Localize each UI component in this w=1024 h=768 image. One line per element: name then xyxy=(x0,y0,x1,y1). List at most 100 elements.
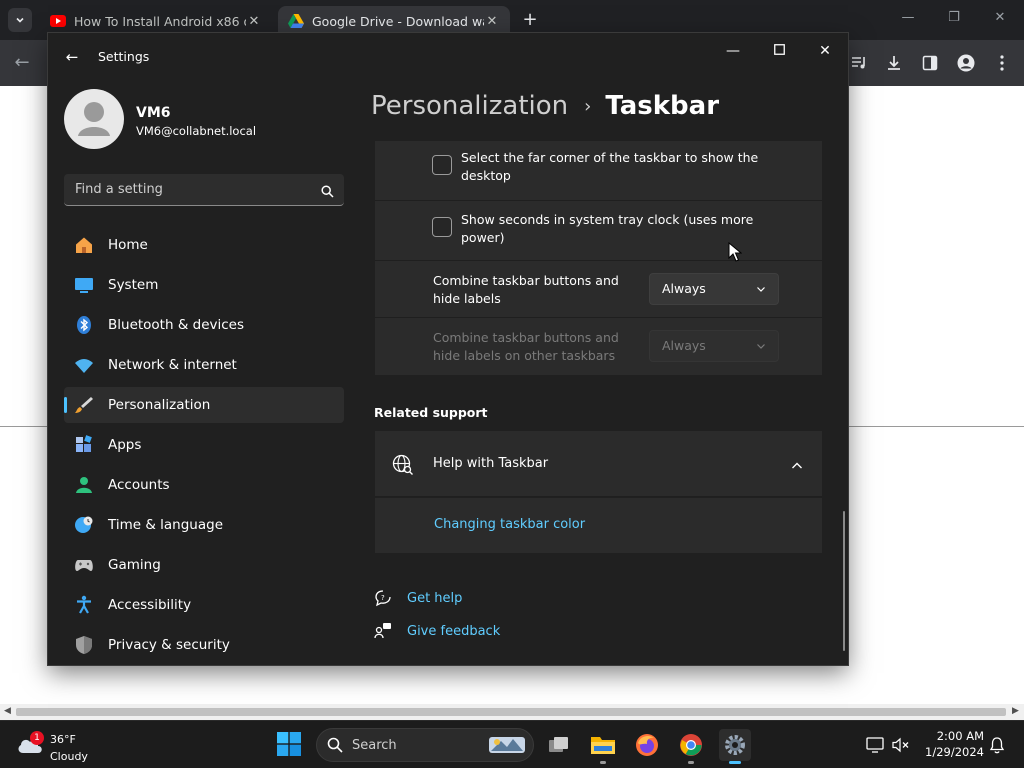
wifi-icon xyxy=(74,355,94,375)
sidebar-item-gaming[interactable]: Gaming xyxy=(64,547,344,583)
start-button[interactable] xyxy=(277,732,303,758)
get-help-link[interactable]: ? Get help xyxy=(374,589,462,607)
help-with-taskbar-header[interactable]: Help with Taskbar xyxy=(375,431,822,497)
related-support-heading: Related support xyxy=(374,405,488,420)
firefox-button[interactable] xyxy=(631,729,663,761)
tab-title: How To Install Android x86 on I xyxy=(74,13,246,29)
google-drive-icon xyxy=(288,13,304,29)
sidebar-item-apps[interactable]: Apps xyxy=(64,427,344,463)
apps-icon xyxy=(74,435,94,455)
search-input[interactable] xyxy=(64,174,314,205)
profile-icon[interactable] xyxy=(955,52,977,74)
combine-buttons-row: Combine taskbar buttons and hide labels … xyxy=(375,261,822,318)
sidebar-item-personalization[interactable]: Personalization xyxy=(64,387,344,423)
sidebar-item-bluetooth[interactable]: Bluetooth & devices xyxy=(64,307,344,343)
chevron-up-icon[interactable] xyxy=(791,457,803,476)
show-desktop-checkbox[interactable] xyxy=(432,155,452,175)
speaker-muted-icon[interactable] xyxy=(892,736,910,754)
horizontal-scrollbar[interactable]: ◀ ▶ xyxy=(0,704,1024,720)
search-icon[interactable] xyxy=(321,183,334,202)
settings-app-button[interactable] xyxy=(719,729,751,764)
back-arrow-icon[interactable]: ← xyxy=(62,47,82,67)
tab-title: Google Drive - Download warni xyxy=(312,13,484,29)
close-window-icon[interactable]: ✕ xyxy=(815,41,835,61)
chrome-button[interactable] xyxy=(675,729,707,764)
running-indicator xyxy=(688,761,694,764)
tab-search-button[interactable] xyxy=(8,8,32,32)
sidebar-item-label: Time & language xyxy=(108,517,224,533)
sidebar-item-system[interactable]: System xyxy=(64,267,344,303)
sidebar-item-label: Home xyxy=(108,237,148,253)
windows-taskbar: 1 36°F Cloudy Search 2:00 AM 1/29/2024 xyxy=(0,720,1024,768)
file-explorer-button[interactable] xyxy=(587,729,619,764)
sidebar-item-accounts[interactable]: Accounts xyxy=(64,467,344,503)
gear-icon xyxy=(725,735,745,755)
media-control-icon[interactable] xyxy=(848,52,870,74)
give-feedback-link[interactable]: Give feedback xyxy=(374,622,500,640)
taskbar-search[interactable]: Search xyxy=(316,728,534,762)
help-body: Changing taskbar color xyxy=(375,498,822,553)
sidebar-item-network[interactable]: Network & internet xyxy=(64,347,344,383)
settings-nav: Home System Bluetooth & devices Network … xyxy=(64,227,344,665)
minimize-icon[interactable]: — xyxy=(723,41,743,61)
dropdown-value: Always xyxy=(662,281,706,296)
feedback-icon xyxy=(374,622,392,640)
breadcrumb-parent[interactable]: Personalization xyxy=(371,91,568,121)
scroll-left-icon[interactable]: ◀ xyxy=(4,706,11,716)
person-icon xyxy=(74,475,94,495)
system-clock[interactable]: 2:00 AM 1/29/2024 xyxy=(918,728,984,760)
sidebar-item-time-language[interactable]: Time & language xyxy=(64,507,344,543)
sidebar-item-privacy-security[interactable]: Privacy & security xyxy=(64,627,344,663)
scroll-right-icon[interactable]: ▶ xyxy=(1012,706,1019,716)
browser-tab-1[interactable]: How To Install Android x86 on I ✕ xyxy=(40,6,272,36)
clock-date: 1/29/2024 xyxy=(925,745,984,759)
download-icon[interactable] xyxy=(883,52,905,74)
home-icon xyxy=(74,235,94,255)
settings-scrollbar[interactable] xyxy=(843,511,845,651)
scrollbar-thumb[interactable] xyxy=(16,708,1006,716)
sidebar-item-label: Accounts xyxy=(108,477,170,493)
running-indicator xyxy=(729,761,741,764)
weather-condition: Cloudy xyxy=(50,750,88,763)
dropdown-value: Always xyxy=(662,338,706,353)
firefox-icon xyxy=(636,734,658,756)
side-panel-icon[interactable] xyxy=(919,52,941,74)
sidebar-item-home[interactable]: Home xyxy=(64,227,344,263)
close-tab-icon[interactable]: ✕ xyxy=(484,14,500,29)
settings-search[interactable] xyxy=(64,174,344,206)
avatar[interactable] xyxy=(64,89,124,149)
network-monitor-icon[interactable] xyxy=(866,736,884,754)
back-arrow-icon[interactable]: ← xyxy=(10,51,34,75)
windows-logo-icon xyxy=(277,732,301,756)
combine-buttons-dropdown[interactable]: Always xyxy=(649,273,779,305)
restore-icon[interactable]: ❐ xyxy=(944,10,964,25)
sidebar-item-label: Privacy & security xyxy=(108,637,230,653)
mouse-cursor-icon xyxy=(728,242,742,262)
globe-search-icon xyxy=(392,454,414,480)
task-view-icon xyxy=(549,737,568,752)
weather-widget[interactable]: 1 36°F Cloudy xyxy=(16,727,126,763)
sidebar-item-label: Bluetooth & devices xyxy=(108,317,245,333)
browser-tab-2[interactable]: Google Drive - Download warni ✕ xyxy=(278,6,510,36)
close-tab-icon[interactable]: ✕ xyxy=(246,14,262,29)
maximize-icon[interactable] xyxy=(769,41,789,61)
new-tab-button[interactable]: + xyxy=(520,10,540,30)
option-row: Show seconds in system tray clock (uses … xyxy=(375,201,822,261)
gamepad-icon xyxy=(74,555,94,575)
close-window-icon[interactable]: ✕ xyxy=(990,10,1010,25)
page-title: Taskbar xyxy=(605,91,720,121)
user-name: VM6 xyxy=(136,105,171,121)
kebab-menu-icon[interactable] xyxy=(991,52,1013,74)
changing-taskbar-color-link[interactable]: Changing taskbar color xyxy=(434,517,585,532)
search-icon xyxy=(327,737,343,757)
sidebar-item-accessibility[interactable]: Accessibility xyxy=(64,587,344,623)
option-label: Select the far corner of the taskbar to … xyxy=(461,150,759,183)
notification-bell-icon[interactable] xyxy=(988,736,1006,754)
show-seconds-checkbox[interactable] xyxy=(432,217,452,237)
globe-clock-icon xyxy=(74,515,94,535)
sidebar-item-label: Gaming xyxy=(108,557,161,573)
search-label: Search xyxy=(352,738,397,753)
minimize-icon[interactable]: — xyxy=(898,10,918,25)
clock-time: 2:00 AM xyxy=(936,729,984,743)
task-view-button[interactable] xyxy=(543,729,575,761)
